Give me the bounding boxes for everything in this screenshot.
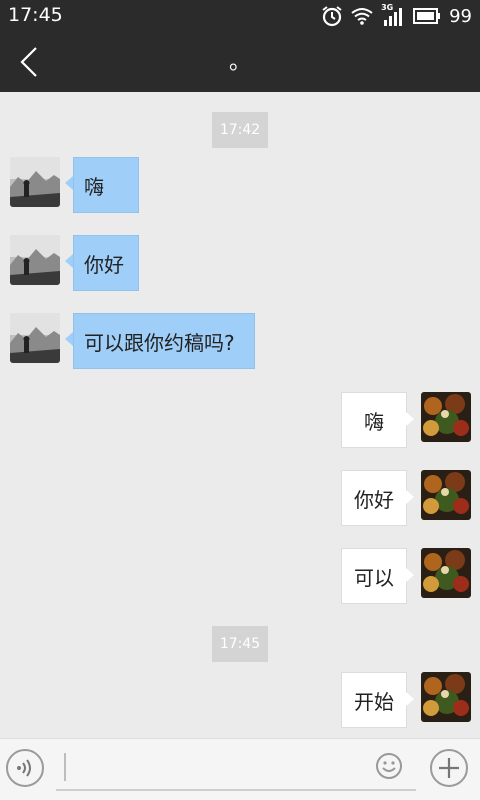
incoming-bubble[interactable]: 可以跟你约稿吗?	[73, 313, 255, 369]
emoji-button[interactable]	[374, 751, 404, 781]
incoming-bubble[interactable]: 你好	[73, 235, 139, 291]
voice-icon	[17, 759, 31, 777]
emoji-icon	[376, 753, 402, 779]
user-avatar[interactable]	[421, 470, 471, 520]
status-bar: 17:45 3G 99	[0, 0, 480, 32]
incoming-bubble[interactable]: 嗨	[73, 157, 139, 213]
timestamp-chip: 17:45	[212, 626, 268, 662]
user-avatar[interactable]	[421, 392, 471, 442]
message-input[interactable]	[56, 745, 416, 791]
outgoing-bubble[interactable]: 嗨	[341, 392, 407, 448]
plus-icon	[439, 758, 459, 778]
timestamp-chip: 17:42	[212, 112, 268, 148]
chat-title: 。	[228, 50, 251, 75]
contact-avatar[interactable]	[10, 157, 60, 207]
outgoing-bubble[interactable]: 你好	[341, 470, 407, 526]
chat-area[interactable]: 17:42 嗨 你好 可以跟你约稿吗? 嗨 你好 可以 17:45 开始	[0, 92, 480, 738]
outgoing-bubble[interactable]: 可以	[341, 548, 407, 604]
user-avatar[interactable]	[421, 548, 471, 598]
battery-level: 99	[449, 5, 472, 27]
alarm-icon	[321, 5, 343, 27]
status-time: 17:45	[8, 4, 63, 26]
contact-avatar[interactable]	[10, 313, 60, 363]
signal-icon: 3G	[381, 3, 405, 26]
network-type-label: 3G	[381, 3, 394, 12]
input-bar	[0, 738, 480, 800]
contact-avatar[interactable]	[10, 235, 60, 285]
voice-button[interactable]	[6, 749, 44, 787]
status-icons: 3G 99	[321, 3, 472, 28]
title-bar: 。	[0, 32, 480, 92]
outgoing-bubble[interactable]: 开始	[341, 672, 407, 728]
wifi-icon	[351, 6, 373, 26]
user-avatar[interactable]	[421, 672, 471, 722]
battery-icon	[413, 8, 441, 24]
plus-button[interactable]	[430, 749, 468, 787]
